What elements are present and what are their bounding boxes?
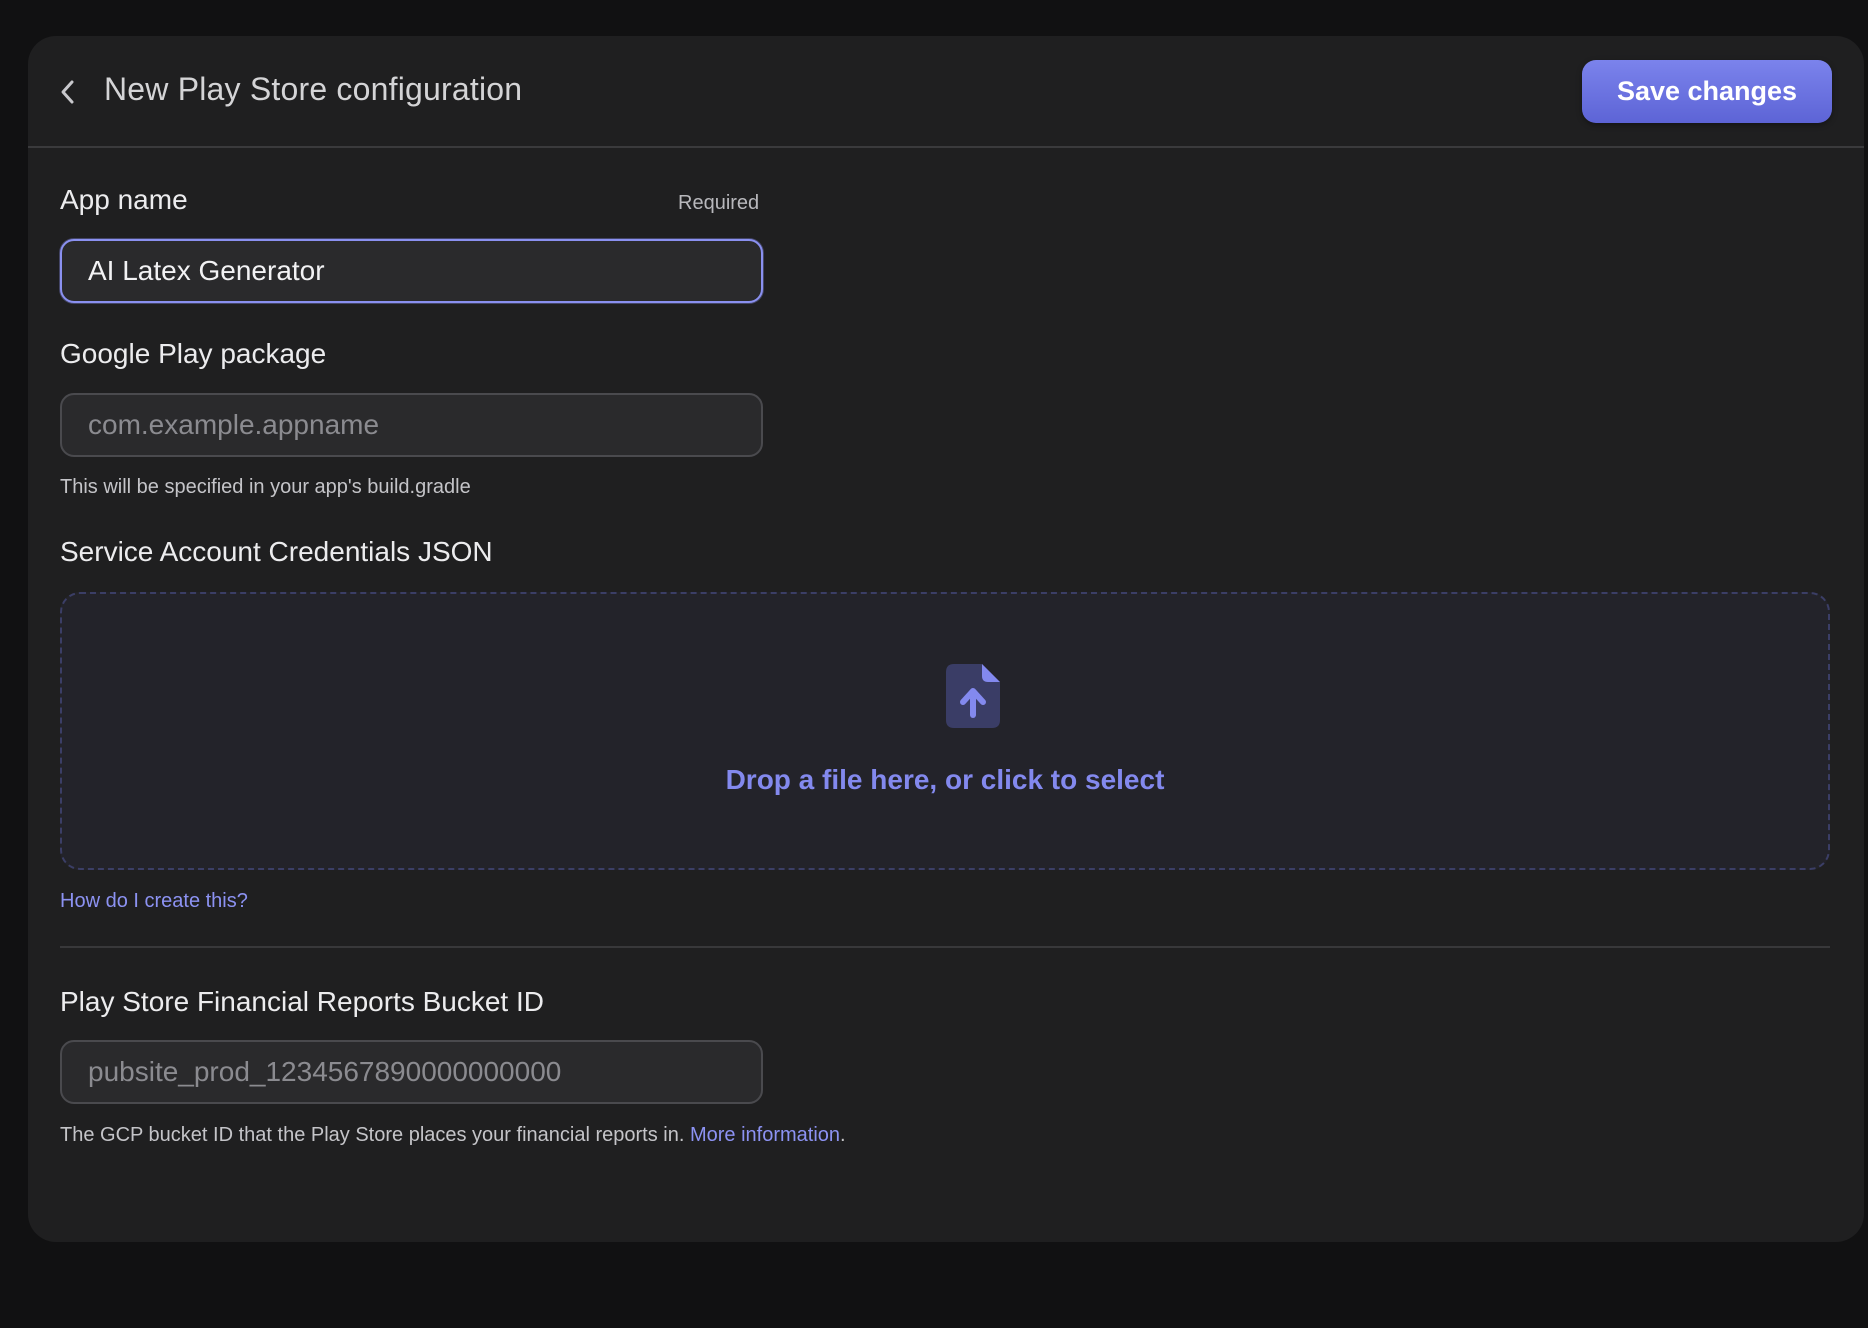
file-dropzone[interactable]: Drop a file here, or click to select [60, 592, 1830, 870]
bucket-id-input[interactable] [60, 1040, 763, 1104]
save-changes-button[interactable]: Save changes [1582, 60, 1832, 123]
bucket-helper-text: The GCP bucket ID that the Play Store pl… [60, 1124, 846, 1147]
required-tag: Required [678, 192, 760, 214]
how-to-create-link[interactable]: How do I create this? [60, 890, 248, 913]
dropzone-text: Drop a file here, or click to select [725, 764, 1165, 795]
package-label: Google Play package [60, 338, 327, 369]
app-name-label: App name [60, 184, 188, 215]
bucket-helper-description: The GCP bucket ID that the Play Store pl… [60, 1124, 685, 1146]
bucket-helper-suffix: . [840, 1124, 846, 1146]
back-button[interactable] [50, 74, 86, 110]
bucket-id-label: Play Store Financial Reports Bucket ID [60, 986, 544, 1017]
package-helper-text: This will be specified in your app's bui… [60, 476, 471, 498]
credentials-label: Service Account Credentials JSON [60, 536, 493, 567]
more-information-link[interactable]: More information [690, 1124, 840, 1146]
configuration-card: New Play Store configuration Save change… [28, 36, 1864, 1242]
page-title: New Play Store configuration [104, 71, 523, 107]
section-divider [60, 946, 1830, 948]
chevron-left-icon [61, 80, 74, 104]
page-header: New Play Store configuration Save change… [28, 36, 1864, 148]
package-input[interactable] [60, 393, 763, 457]
file-upload-icon [946, 664, 1000, 728]
app-name-input[interactable] [60, 239, 763, 303]
